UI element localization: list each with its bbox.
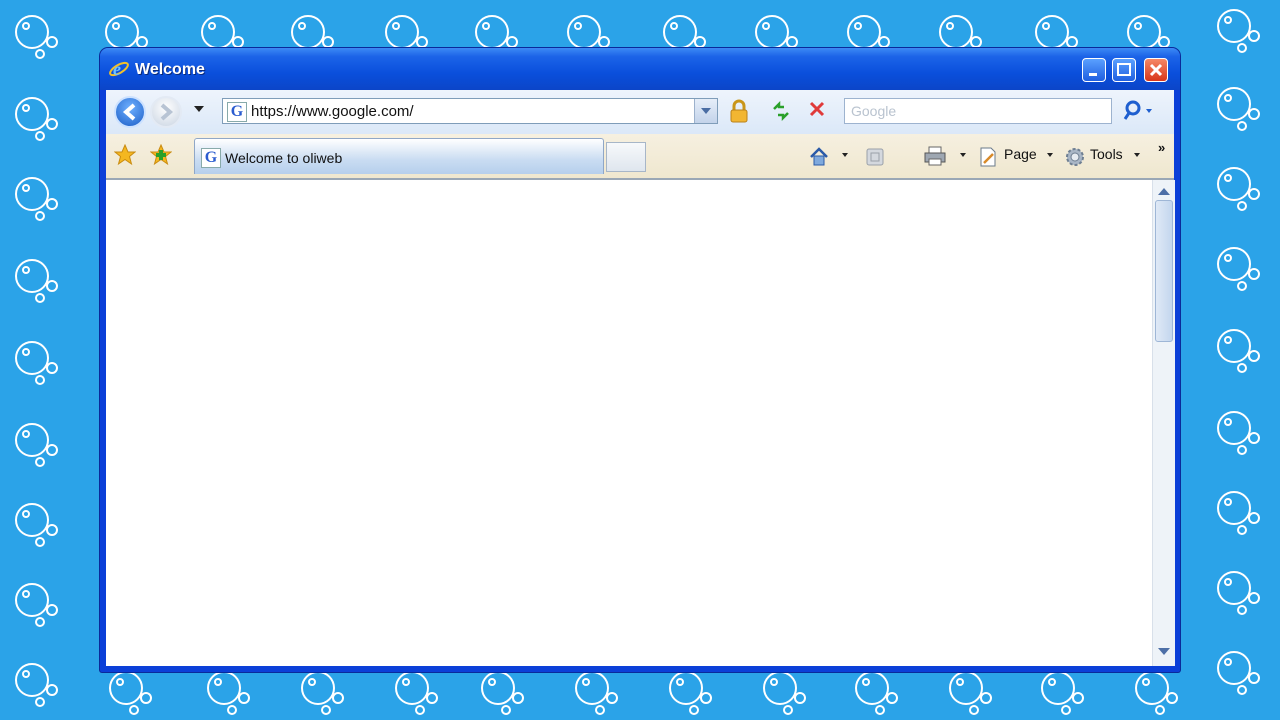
internet-explorer-icon: e	[109, 59, 129, 79]
feeds-icon[interactable]	[866, 148, 884, 166]
search-icon[interactable]	[1120, 98, 1154, 124]
minimize-button[interactable]	[1082, 58, 1106, 82]
title-bar[interactable]: e Welcome	[100, 48, 1180, 90]
page-menu-dropdown[interactable]	[1047, 153, 1053, 157]
forward-button[interactable]	[150, 96, 182, 128]
print-dropdown[interactable]	[960, 153, 966, 157]
tab-welcome[interactable]: G Welcome to oliweb	[194, 138, 604, 174]
scroll-up-icon[interactable]	[1158, 188, 1170, 195]
window-title: Welcome	[135, 61, 205, 78]
maximize-button[interactable]	[1112, 58, 1136, 82]
navigation-bar: G https://www.google.com/ Google	[106, 90, 1174, 134]
back-arrow-icon	[122, 103, 136, 121]
browser-client-area: G https://www.google.com/ Google G Welco…	[106, 90, 1175, 666]
lock-icon[interactable]	[726, 98, 752, 124]
home-dropdown[interactable]	[842, 153, 848, 157]
close-button[interactable]	[1144, 58, 1168, 82]
maximize-icon	[1117, 63, 1131, 76]
print-icon[interactable]	[924, 146, 946, 166]
address-bar[interactable]: G https://www.google.com/	[222, 98, 718, 124]
refresh-icon	[773, 100, 789, 122]
search-input[interactable]: Google	[844, 98, 1112, 124]
close-icon	[1149, 63, 1163, 77]
minimize-icon	[1089, 73, 1097, 76]
new-tab-button[interactable]	[606, 142, 646, 172]
tools-menu[interactable]: Tools	[1090, 146, 1123, 162]
recent-pages-dropdown[interactable]	[194, 106, 204, 112]
google-favicon-icon: G	[227, 102, 247, 122]
more-commands-chevron-icon[interactable]: »	[1158, 140, 1165, 155]
svg-text:e: e	[113, 59, 121, 79]
page-menu[interactable]: Page	[1004, 146, 1037, 162]
stop-button[interactable]	[806, 98, 828, 120]
stop-icon	[809, 101, 825, 117]
forward-arrow-icon	[160, 103, 174, 121]
back-button[interactable]	[114, 96, 146, 128]
favorites-star-icon[interactable]	[114, 144, 136, 166]
scroll-down-icon[interactable]	[1158, 648, 1170, 655]
gear-icon	[1066, 148, 1084, 166]
vertical-scrollbar[interactable]	[1152, 180, 1175, 666]
address-text: https://www.google.com/	[251, 103, 414, 120]
tab-label: Welcome to oliweb	[225, 150, 343, 166]
address-dropdown-button[interactable]	[694, 99, 717, 123]
tools-menu-dropdown[interactable]	[1134, 153, 1140, 157]
page-content-area[interactable]	[106, 180, 1154, 666]
browser-window: e Welcome G https://www.google.com/ Goog…	[100, 48, 1180, 672]
page-icon	[980, 147, 996, 167]
scroll-thumb[interactable]	[1155, 200, 1173, 342]
tab-bar: G Welcome to oliweb Page Tools »	[106, 134, 1174, 180]
google-favicon-icon: G	[201, 148, 221, 168]
refresh-button[interactable]	[770, 100, 792, 122]
home-icon[interactable]	[808, 146, 830, 168]
add-favorite-icon[interactable]	[150, 144, 172, 166]
